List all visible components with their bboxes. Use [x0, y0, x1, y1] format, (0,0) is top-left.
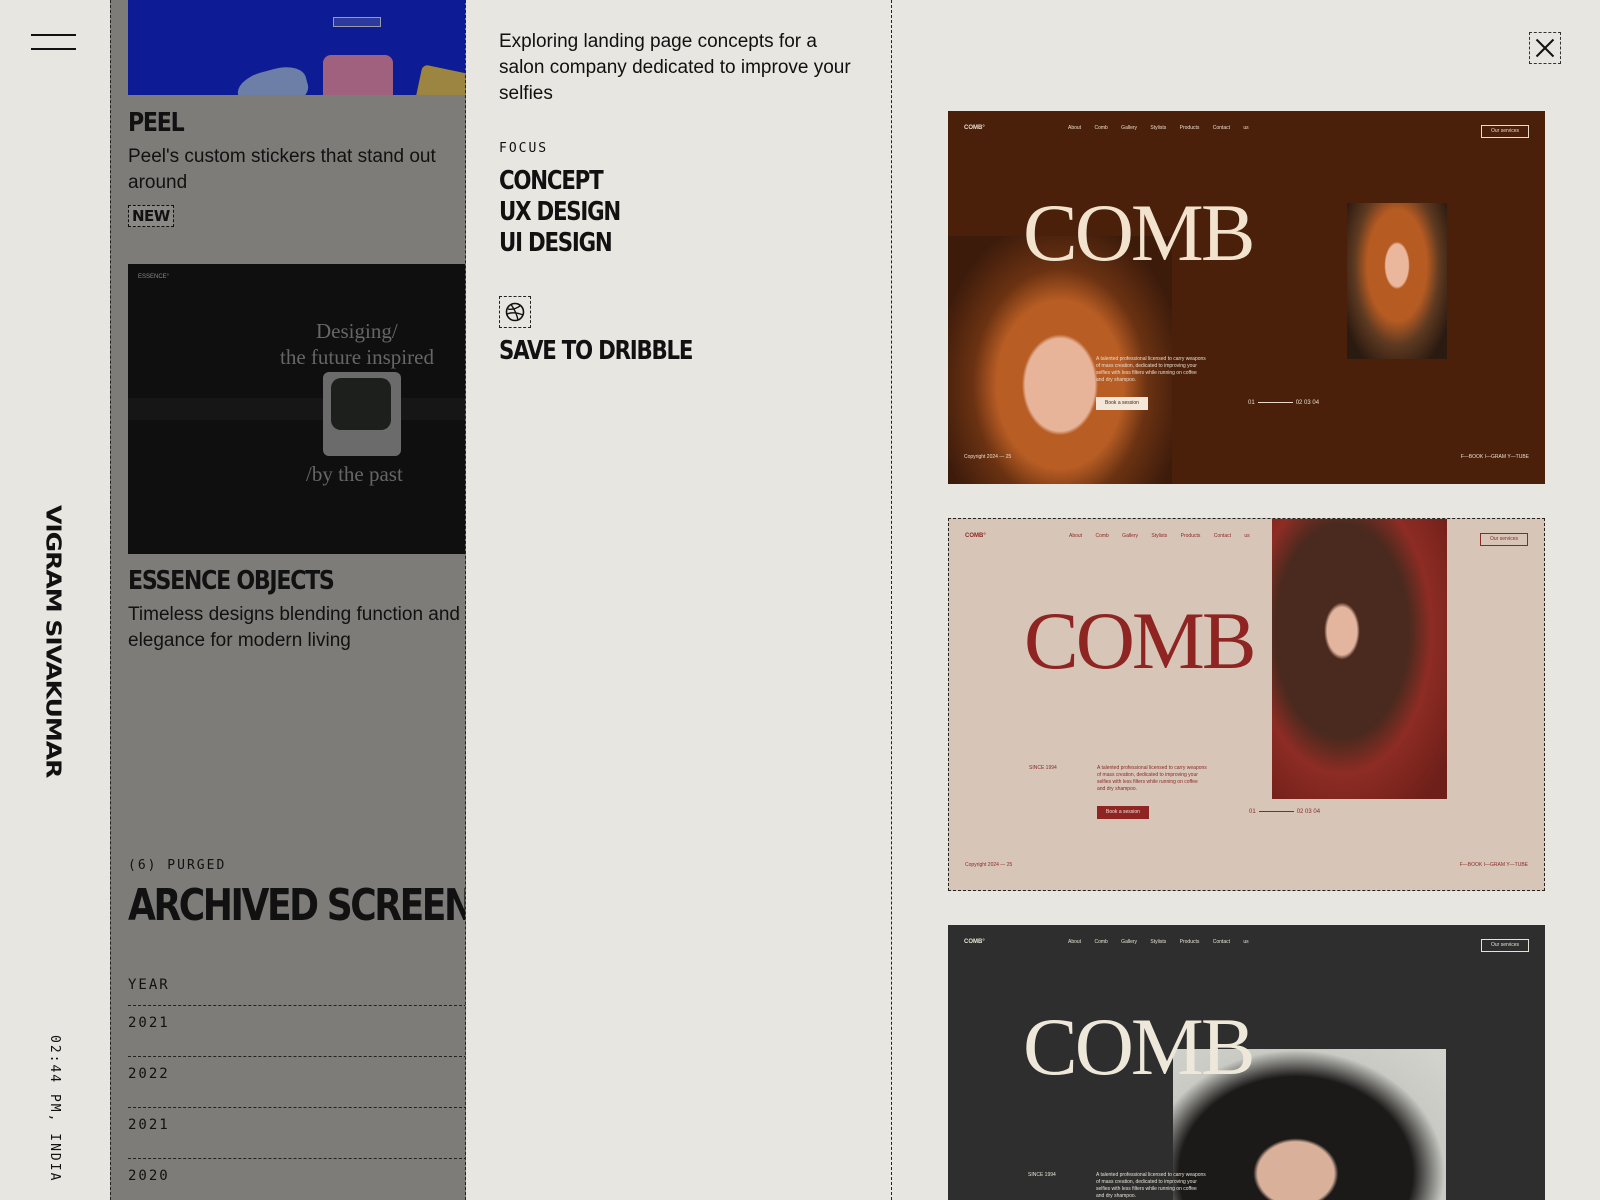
mockup-beige[interactable]: COMB° About Comb Gallery Stylists Produc… [948, 518, 1545, 891]
model-photo [1272, 519, 1447, 799]
author-name[interactable]: VIGRAM SIVAKUMAR [42, 505, 66, 777]
mockup-brown[interactable]: COMB° About Comb Gallery Stylists Produc… [948, 111, 1545, 484]
essence-thumb-line3: /by the past [306, 462, 403, 486]
close-icon[interactable] [1529, 32, 1561, 64]
peel-thumbnail[interactable] [128, 0, 465, 95]
archive-count: (6) PURGED [128, 858, 227, 873]
focus-label: FOCUS [499, 141, 549, 156]
essence-thumbnail[interactable]: ESSENCE° Desiging/ the future inspired /… [128, 264, 465, 554]
mockup-nav: About Comb Gallery Stylists Products Con… [1069, 533, 1250, 539]
mockup-copyright: Copyright 2024 — 25 [965, 862, 1013, 868]
project-list: PEEL Peel's custom stickers that stand o… [110, 0, 466, 1200]
mockup-logo: COMB [1024, 595, 1257, 686]
dribbble-icon[interactable] [499, 296, 531, 328]
mockup-nav: About Comb Gallery Stylists Products Con… [1068, 939, 1249, 945]
model-photo [1347, 203, 1447, 359]
project-title-peel[interactable]: PEEL [128, 108, 185, 138]
save-to-dribbble-link[interactable]: SAVE TO DRIBBLE [499, 336, 693, 366]
year-header: YEAR [128, 977, 170, 993]
mockup-brand: COMB° [965, 533, 986, 539]
focus-item: UX DESIGN [499, 197, 621, 227]
essence-thumb-line2: the future inspired [280, 345, 434, 369]
mockup-copy: A talented professional licensed to carr… [1096, 1172, 1206, 1199]
focus-item: UI DESIGN [499, 228, 613, 258]
mockup-since: SINCE 1994 [1029, 765, 1057, 771]
essence-thumb-line1: Desiging/ [316, 319, 398, 343]
mockup-logo: COMB [1023, 187, 1256, 278]
mockup-since: SINCE 1994 [1028, 1172, 1056, 1178]
project-desc-peel: Peel's custom stickers that stand out ar… [128, 146, 436, 193]
screen-gallery: COMB° About Comb Gallery Stylists Produc… [892, 0, 1600, 1200]
mockup-copy: A talented professional licensed to carr… [1097, 765, 1207, 792]
mockup-social: F—BOOK I—GRAM Y—TUBE [1459, 862, 1528, 868]
mockup-book-button: Book a session [1096, 397, 1148, 410]
year-row[interactable]: 2021 [128, 1005, 465, 1056]
local-time: 02:44 PM, INDIA [47, 1035, 62, 1183]
mockup-cta: Our services [1480, 533, 1528, 546]
focus-item: CONCEPT [499, 166, 604, 196]
year-row[interactable]: 2020 [128, 1158, 465, 1200]
year-row[interactable]: 2022 [128, 1056, 465, 1107]
mockup-brand: COMB° [964, 125, 985, 131]
new-badge: NEW [128, 205, 174, 227]
mockup-nav: About Comb Gallery Stylists Products Con… [1068, 125, 1249, 131]
project-title-essence[interactable]: ESSENCE OBJECTS [128, 566, 335, 596]
mockup-book-button: Book a session [1097, 806, 1149, 819]
tv-image [323, 372, 401, 456]
essence-thumb-brand: ESSENCE° [138, 274, 170, 280]
project-details: Exploring landing page concepts for a sa… [466, 0, 892, 1200]
mockup-cta: Our services [1481, 939, 1529, 952]
mockup-pager: 01 02 03 04 [1249, 809, 1321, 815]
year-row[interactable]: 2021 [128, 1107, 465, 1158]
menu-icon[interactable] [31, 34, 76, 52]
mockup-dark[interactable]: COMB° About Comb Gallery Stylists Produc… [948, 925, 1545, 1200]
mockup-brand: COMB° [964, 939, 985, 945]
project-intro: Exploring landing page concepts for a sa… [499, 31, 851, 104]
archive-title: ARCHIVED SCREENS [128, 880, 466, 931]
side-rail: VIGRAM SIVAKUMAR 02:44 PM, INDIA [0, 0, 110, 1200]
mockup-cta: Our services [1481, 125, 1529, 138]
mockup-copyright: Copyright 2024 — 25 [964, 454, 1012, 460]
mockup-social: F—BOOK I—GRAM Y—TUBE [1460, 454, 1529, 460]
mockup-logo: COMB [1023, 1001, 1256, 1092]
mockup-copy: A talented professional licensed to carr… [1096, 356, 1206, 383]
project-desc-essence: Timeless designs blending function and e… [128, 604, 460, 651]
mockup-pager: 01 02 03 04 [1248, 400, 1320, 406]
